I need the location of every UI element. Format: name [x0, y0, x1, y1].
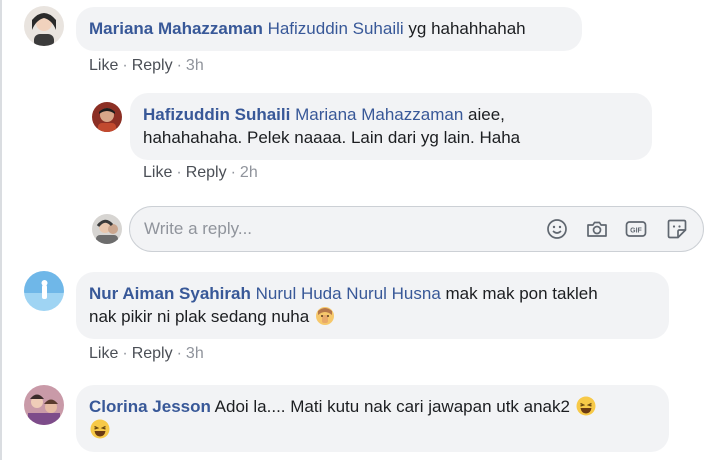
- comment-bubble: Clorina Jesson Adoi la.... Mati kutu nak…: [76, 385, 669, 452]
- separator-dot: ·: [176, 345, 182, 362]
- gif-icon[interactable]: GIF: [624, 217, 648, 241]
- avatar-mariana[interactable]: [24, 6, 64, 46]
- avatar-clorina[interactable]: [24, 385, 64, 425]
- separator-dot: ·: [122, 345, 128, 362]
- comment-actions: Like · Reply · 3h: [89, 57, 204, 75]
- laughing-emoji-icon: [89, 418, 111, 440]
- like-link[interactable]: Like: [89, 345, 118, 362]
- current-user-avatar: [92, 214, 122, 244]
- avatar-nur-aiman[interactable]: [24, 271, 64, 311]
- comment-actions: Like · Reply · 3h: [89, 345, 204, 363]
- comment-mention[interactable]: Mariana Mahazzaman: [295, 105, 463, 124]
- reply-composer: GIF: [129, 206, 704, 252]
- comment-author[interactable]: Hafizuddin Suhaili: [143, 105, 290, 124]
- laughing-emoji-icon: [575, 395, 597, 417]
- face-palm-emoji-icon: [314, 305, 336, 327]
- comment-author[interactable]: Mariana Mahazzaman: [89, 19, 263, 38]
- comment-timestamp[interactable]: 3h: [186, 345, 204, 362]
- reply-link[interactable]: Reply: [132, 57, 173, 74]
- comment-bubble: Nur Aiman Syahirah Nurul Huda Nurul Husn…: [76, 272, 669, 339]
- comment-bubble: Hafizuddin Suhaili Mariana Mahazzaman ai…: [130, 93, 652, 160]
- comment-text: mak mak pon takleh: [440, 284, 598, 303]
- smiley-icon[interactable]: [545, 217, 569, 241]
- like-link[interactable]: Like: [89, 57, 118, 74]
- comment-text: yg hahahhahah: [403, 19, 526, 38]
- comment-mention[interactable]: Nurul Huda Nurul Husna: [256, 284, 441, 303]
- svg-text:GIF: GIF: [630, 228, 642, 235]
- separator-dot: ·: [230, 164, 236, 181]
- reply-link[interactable]: Reply: [132, 345, 173, 362]
- sticker-icon[interactable]: [665, 217, 689, 241]
- thread-guide-line: [0, 0, 2, 460]
- comment-text-continued: hahahahaha. Pelek naaaa. Lain dari yg la…: [143, 128, 521, 147]
- comment-timestamp[interactable]: 2h: [240, 164, 258, 181]
- comment-author[interactable]: Nur Aiman Syahirah: [89, 284, 251, 303]
- comment-bubble: Mariana Mahazzaman Hafizuddin Suhaili yg…: [76, 7, 582, 51]
- avatar-hafizuddin[interactable]: [92, 102, 122, 132]
- camera-icon[interactable]: [585, 217, 609, 241]
- separator-dot: ·: [176, 57, 182, 74]
- separator-dot: ·: [176, 164, 182, 181]
- comment-author[interactable]: Clorina Jesson: [89, 397, 211, 416]
- reply-link[interactable]: Reply: [186, 164, 227, 181]
- comment-timestamp[interactable]: 3h: [186, 57, 204, 74]
- comment-mention[interactable]: Hafizuddin Suhaili: [268, 19, 404, 38]
- comment-text-continued: nak pikir ni plak sedang nuha: [89, 307, 310, 326]
- like-link[interactable]: Like: [143, 164, 172, 181]
- reply-input[interactable]: [144, 207, 524, 251]
- comment-actions: Like · Reply · 2h: [143, 164, 258, 182]
- separator-dot: ·: [122, 57, 128, 74]
- comment-text: aiee,: [463, 105, 505, 124]
- comment-text: Adoi la.... Mati kutu nak cari jawapan u…: [210, 397, 570, 416]
